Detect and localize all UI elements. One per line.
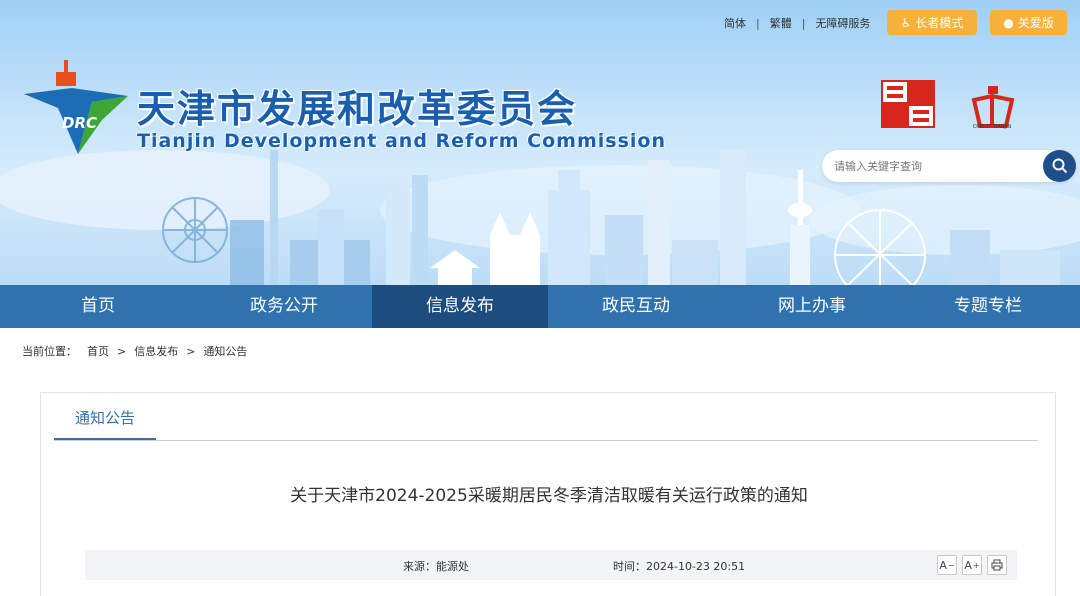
nav-item-information-release[interactable]: 信息发布 <box>372 285 548 328</box>
care-version-button[interactable]: ● 关爱版 <box>990 10 1067 35</box>
breadcrumb-prefix: 当前位置： <box>22 345 77 358</box>
simplified-chinese-link[interactable]: 简体 <box>724 15 746 31</box>
plus-icon: + <box>972 560 980 570</box>
search-button[interactable] <box>1043 150 1076 182</box>
nav-item-government-affairs[interactable]: 政务公开 <box>196 285 372 328</box>
nav-item-public-interaction[interactable]: 政民互动 <box>548 285 724 328</box>
article-title: 关于天津市2024-2025采暖期居民冬季清洁取暖有关运行政策的通知 <box>290 486 808 506</box>
accessibility-link[interactable]: 无障碍服务 <box>815 15 870 31</box>
site-subtitle: Tianjin Development and Reform Commissio… <box>137 130 666 152</box>
separator: | <box>756 16 760 30</box>
minus-icon: − <box>947 560 955 570</box>
credit-tianjin-caption: CREDIT TIANJIN <box>972 124 1012 130</box>
government-website-seal-icon[interactable] <box>881 80 935 128</box>
article-meta-bar: 来源：能源处 时间：2024-10-23 20:51 A − A + <box>85 550 1017 580</box>
breadcrumb-separator: > <box>117 344 127 358</box>
breadcrumb-notices[interactable]: 通知公告 <box>203 343 247 359</box>
main-navigation: 首页 政务公开 信息发布 政民互动 网上办事 专题专栏 <box>0 285 1080 328</box>
breadcrumb-information-release[interactable]: 信息发布 <box>134 343 178 359</box>
font-increase-button[interactable]: A + <box>962 555 982 575</box>
search-box <box>822 150 1076 182</box>
content-panel: 通知公告 关于天津市2024-2025采暖期居民冬季清洁取暖有关运行政策的通知 … <box>40 392 1056 596</box>
care-person-icon: ● <box>1003 15 1014 30</box>
search-icon <box>1052 158 1067 174</box>
drc-logo-icon[interactable]: DRC <box>22 58 130 158</box>
top-links: 简体 | 繁體 | 无障碍服务 <box>724 15 870 31</box>
print-icon <box>991 559 1003 571</box>
print-button[interactable] <box>987 555 1007 575</box>
nav-item-special-topics[interactable]: 专题专栏 <box>900 285 1076 328</box>
breadcrumb-separator: > <box>186 344 196 358</box>
search-input[interactable] <box>834 157 1034 175</box>
tab-notices[interactable]: 通知公告 <box>54 393 156 441</box>
elder-mode-button[interactable]: ♿ 长者模式 <box>887 10 977 35</box>
separator: | <box>801 16 806 30</box>
nav-item-home[interactable]: 首页 <box>0 285 196 328</box>
article-time: 时间：2024-10-23 20:51 <box>613 560 746 573</box>
svg-text:DRC: DRC <box>62 114 97 132</box>
divider <box>54 440 1038 441</box>
traditional-chinese-link[interactable]: 繁體 <box>770 15 792 31</box>
elder-person-icon: ♿ <box>900 15 912 30</box>
header-banner: 简体 | 繁體 | 无障碍服务 ♿ 长者模式 ● 关爱版 DRC 天津市发展和改… <box>0 0 1080 285</box>
font-decrease-button[interactable]: A − <box>937 555 957 575</box>
breadcrumb: 当前位置： 首页 > 信息发布 > 通知公告 <box>22 343 247 359</box>
article-source: 来源：能源处 <box>403 560 469 573</box>
breadcrumb-home[interactable]: 首页 <box>87 343 109 359</box>
nav-item-online-services[interactable]: 网上办事 <box>724 285 900 328</box>
site-title: 天津市发展和改革委员会 <box>137 87 578 131</box>
